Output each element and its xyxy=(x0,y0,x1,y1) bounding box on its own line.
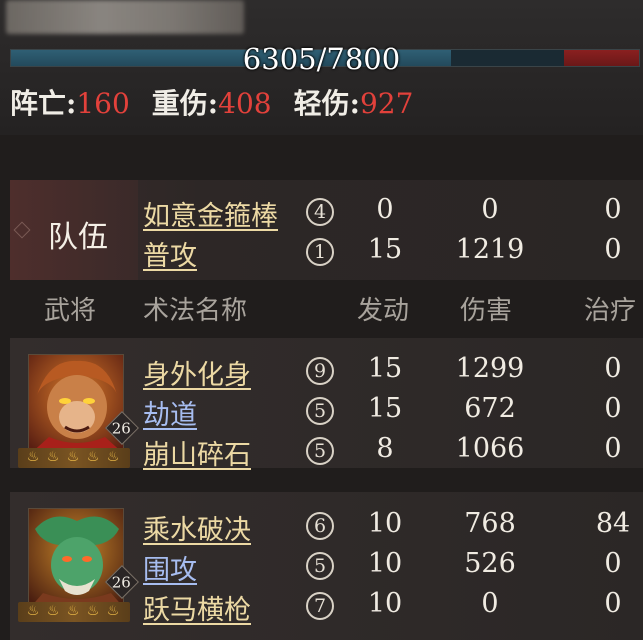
heal-value: 0 xyxy=(604,433,622,464)
star-icon: ♨ xyxy=(46,603,60,619)
skill-name[interactable]: 乘水破决 xyxy=(143,508,251,547)
heal-value: 0 xyxy=(604,393,622,424)
damage-value: 1299 xyxy=(455,353,525,384)
star-icon: ♨ xyxy=(106,603,120,619)
skill-name[interactable]: 普攻 xyxy=(143,234,197,273)
trigger-count: 15 xyxy=(367,234,403,265)
damage-value: 672 xyxy=(464,393,516,424)
heavy-wound-label: 重伤: xyxy=(151,87,219,120)
trigger-count: 0 xyxy=(376,194,394,225)
general-star-rating: ♨ ♨ ♨ ♨ ♨ xyxy=(18,602,130,622)
skill-name[interactable]: 围攻 xyxy=(143,548,197,587)
heavy-wound-value: 408 xyxy=(218,87,272,120)
skill-grade: 1 xyxy=(306,238,334,266)
skill-grade: 7 xyxy=(306,592,334,620)
col-skill-name: 术法名称 xyxy=(143,296,248,326)
skill-name[interactable]: 崩山碎石 xyxy=(143,433,251,472)
light-wound-label: 轻伤: xyxy=(293,87,360,120)
skill-name[interactable]: 劫道 xyxy=(143,393,197,432)
skill-grade: 5 xyxy=(306,437,334,465)
damage-value: 0 xyxy=(481,588,499,619)
col-heal: 治疗 xyxy=(584,296,637,326)
col-triggers: 发动 xyxy=(357,296,410,326)
heal-value: 0 xyxy=(604,548,622,579)
hp-value: 6305/7800 xyxy=(242,42,401,76)
damage-value: 0 xyxy=(481,194,499,225)
blurred-player-name xyxy=(6,0,244,34)
skill-grade: 5 xyxy=(306,397,334,425)
general-star-rating: ♨ ♨ ♨ ♨ ♨ xyxy=(18,448,130,468)
damage-value: 1219 xyxy=(455,234,525,265)
heal-value: 0 xyxy=(604,234,622,265)
dead-value: 160 xyxy=(76,87,130,120)
trigger-count: 15 xyxy=(367,393,403,424)
trigger-count: 15 xyxy=(367,353,403,384)
trigger-count: 10 xyxy=(367,588,403,619)
col-general: 武将 xyxy=(44,296,97,326)
skill-grade: 9 xyxy=(306,357,334,385)
skill-grade: 5 xyxy=(306,552,334,580)
star-icon: ♨ xyxy=(86,603,100,619)
damage-value: 1066 xyxy=(455,433,525,464)
star-icon: ♨ xyxy=(26,603,40,619)
skill-name[interactable]: 身外化身 xyxy=(143,353,251,392)
damage-value: 768 xyxy=(464,508,516,539)
casualty-stats: 阵亡:160 重伤:408 轻伤:927 xyxy=(10,84,413,124)
heal-value: 0 xyxy=(604,194,622,225)
dead-label: 阵亡: xyxy=(10,87,77,120)
star-icon: ♨ xyxy=(46,449,60,465)
heal-value: 0 xyxy=(604,353,622,384)
heal-value: 0 xyxy=(604,588,622,619)
star-icon: ♨ xyxy=(66,603,80,619)
star-icon: ♨ xyxy=(26,449,40,465)
star-icon: ♨ xyxy=(66,449,80,465)
heal-value: 84 xyxy=(595,508,631,539)
skill-name[interactable]: 如意金箍棒 xyxy=(143,194,278,233)
col-damage: 伤害 xyxy=(460,296,513,326)
skill-name[interactable]: 跃马横枪 xyxy=(143,588,251,627)
star-icon: ♨ xyxy=(106,449,120,465)
skill-grade: 4 xyxy=(306,198,334,226)
trigger-count: 10 xyxy=(367,548,403,579)
damage-value: 526 xyxy=(464,548,516,579)
light-wound-value: 927 xyxy=(359,87,414,120)
team-label: 队伍 xyxy=(48,220,108,255)
trigger-count: 10 xyxy=(367,508,403,539)
skill-grade: 6 xyxy=(306,512,334,540)
trigger-count: 8 xyxy=(376,433,394,464)
star-icon: ♨ xyxy=(86,449,100,465)
